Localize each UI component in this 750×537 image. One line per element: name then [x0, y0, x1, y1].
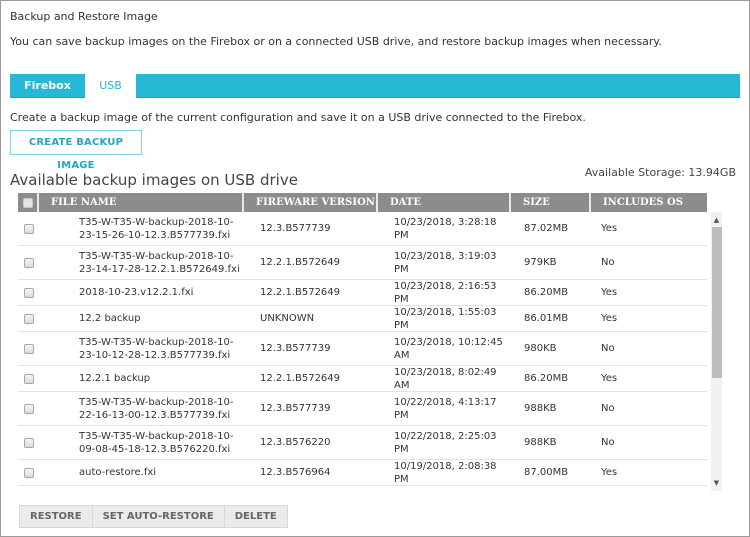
cell-file-name: auto-restore.fxi	[79, 467, 157, 478]
cell-file-name: T35-W-T35-W-backup-2018-10-22-16-13-00-1…	[79, 396, 234, 421]
row-checkbox-cell	[18, 223, 39, 234]
cell-size: 87.00MB	[524, 467, 569, 478]
cell-size: 86.20MB	[524, 287, 569, 298]
table-body: T35-W-T35-W-backup-2018-10-23-15-26-10-1…	[18, 212, 707, 492]
cell-date: 10/22/2018, 4:13:17 PM	[394, 396, 497, 421]
cell-file-name: T35-W-T35-W-backup-2018-10-23-15-26-10-1…	[79, 216, 234, 241]
row-checkbox[interactable]	[23, 313, 34, 324]
tab-firebox[interactable]: Firebox	[10, 74, 85, 98]
cell-file-name: 12.2.1 backup	[79, 373, 151, 384]
table-header: FILE NAME FIREWARE VERSION DATE SIZE INC…	[18, 193, 707, 212]
row-checkbox-cell	[18, 403, 39, 414]
cell-fireware-version: 12.3.B577739	[260, 403, 331, 414]
select-all-checkbox[interactable]	[22, 197, 33, 208]
cell-includes-os: No	[601, 343, 615, 354]
row-checkbox[interactable]	[23, 287, 34, 298]
footer-actions: RESTORE SET AUTO-RESTORE DELETE	[19, 505, 288, 528]
cell-size: 988KB	[524, 403, 557, 414]
cell-date: 10/23/2018, 8:02:49 AM	[394, 366, 497, 391]
table-row[interactable]: 12.2.1 backup 12.2.1.B572649 10/23/2018, 8…	[18, 366, 707, 392]
cell-size: 87.02MB	[524, 223, 569, 234]
table-row[interactable]: auto-restore.fxi 12.3.B576964 10/19/2018, …	[18, 460, 707, 486]
available-storage: Available Storage: 13.94GB	[584, 166, 736, 179]
delete-button[interactable]: DELETE	[224, 505, 288, 528]
table-row[interactable]: 12.2 backup UNKNOWN 10/23/2018, 1:55:03 PM…	[18, 306, 707, 332]
cell-size: 988KB	[524, 437, 557, 448]
scrollbar-thumb[interactable]	[712, 227, 722, 378]
cell-includes-os: Yes	[601, 467, 618, 478]
cell-file-name: T35-W-T35-W-backup-2018-10-23-14-17-28-1…	[79, 250, 240, 275]
cell-includes-os: Yes	[601, 373, 618, 384]
usb-description: Create a backup image of the current con…	[10, 111, 586, 124]
cell-includes-os: No	[601, 257, 615, 268]
cell-date: 10/23/2018, 3:28:18 PM	[394, 216, 497, 241]
row-checkbox[interactable]	[23, 373, 34, 384]
row-checkbox-cell	[18, 437, 39, 448]
cell-file-name: 12.2 backup	[79, 313, 141, 324]
section-title: Available backup images on USB drive	[10, 171, 298, 189]
table-row[interactable]: T35-W-T35-W-backup-2018-10-09-08-45-18-1…	[18, 426, 707, 460]
cell-includes-os: Yes	[601, 287, 618, 298]
row-checkbox[interactable]	[23, 467, 34, 478]
column-header-file-name[interactable]: FILE NAME	[39, 193, 244, 212]
cell-fireware-version: 12.3.B577739	[260, 343, 331, 354]
scroll-down-arrow-icon[interactable]: ▼	[711, 477, 722, 489]
cell-fireware-version: 12.2.1.B572649	[260, 287, 341, 298]
cell-fireware-version: 12.3.B577739	[260, 223, 331, 234]
row-checkbox-cell	[18, 373, 39, 384]
create-backup-image-button[interactable]: CREATE BACKUP IMAGE	[10, 130, 142, 171]
cell-file-name: T35-W-T35-W-backup-2018-10-23-10-12-28-1…	[79, 336, 234, 361]
row-checkbox[interactable]	[23, 343, 34, 354]
restore-button[interactable]: RESTORE	[19, 505, 93, 528]
table-row[interactable]: T35-W-T35-W-backup-2018-10-23-10-12-28-1…	[18, 332, 707, 366]
select-all-cell	[18, 193, 39, 212]
row-checkbox[interactable]	[23, 437, 34, 448]
cell-date: 10/19/2018, 2:08:38 PM	[394, 460, 497, 485]
scroll-up-arrow-icon[interactable]: ▲	[711, 214, 722, 226]
tab-bar: Firebox USB	[10, 74, 740, 99]
cell-file-name: T35-W-T35-W-backup-2018-10-09-08-45-18-1…	[79, 430, 234, 455]
cell-fireware-version: UNKNOWN	[260, 313, 315, 324]
row-checkbox[interactable]	[23, 257, 34, 268]
page-description: You can save backup images on the Firebo…	[10, 35, 662, 48]
cell-size: 979KB	[524, 257, 557, 268]
table-row[interactable]: T35-W-T35-W-backup-2018-10-23-15-26-10-1…	[18, 212, 707, 246]
table-scrollbar[interactable]: ▲ ▼	[711, 212, 722, 491]
row-checkbox-cell	[18, 313, 39, 324]
table-row[interactable]: T35-W-T35-W-backup-2018-10-23-14-17-28-1…	[18, 246, 707, 280]
column-header-fireware-version[interactable]: FIREWARE VERSION	[244, 193, 378, 212]
cell-size: 86.01MB	[524, 313, 569, 324]
row-checkbox-cell	[18, 287, 39, 298]
cell-includes-os: Yes	[601, 313, 618, 324]
table-row[interactable]: T35-W-T35-W-backup-2018-10-22-16-13-00-1…	[18, 392, 707, 426]
cell-date: 10/23/2018, 2:16:53 PM	[394, 280, 497, 305]
cell-includes-os: No	[601, 437, 615, 448]
row-checkbox-cell	[18, 257, 39, 268]
cell-fireware-version: 12.3.B576220	[260, 437, 331, 448]
page-title: Backup and Restore Image	[10, 10, 158, 23]
cell-date: 10/23/2018, 3:19:03 PM	[394, 250, 497, 275]
column-header-includes-os[interactable]: INCLUDES OS	[591, 193, 707, 212]
cell-file-name: 2018-10-23.v12.2.1.fxi	[79, 287, 194, 298]
cell-date: 10/22/2018, 2:25:03 PM	[394, 430, 497, 455]
cell-includes-os: No	[601, 403, 615, 414]
tab-usb[interactable]: USB	[85, 74, 136, 99]
row-checkbox-cell	[18, 467, 39, 478]
set-auto-restore-button[interactable]: SET AUTO-RESTORE	[92, 505, 225, 528]
cell-date: 10/23/2018, 10:12:45 AM	[394, 336, 503, 361]
cell-date: 10/23/2018, 1:55:03 PM	[394, 306, 497, 331]
column-header-date[interactable]: DATE	[378, 193, 511, 212]
cell-fireware-version: 12.2.1.B572649	[260, 373, 341, 384]
row-checkbox-cell	[18, 343, 39, 354]
cell-fireware-version: 12.2.1.B572649	[260, 257, 341, 268]
cell-fireware-version: 12.3.B576964	[260, 467, 331, 478]
row-checkbox[interactable]	[23, 403, 34, 414]
row-checkbox[interactable]	[23, 223, 34, 234]
cell-size: 980KB	[524, 343, 557, 354]
column-header-size[interactable]: SIZE	[511, 193, 591, 212]
table-row[interactable]: 2018-10-23.v12.2.1.fxi 12.2.1.B572649 10/2…	[18, 280, 707, 306]
cell-size: 86.20MB	[524, 373, 569, 384]
cell-includes-os: Yes	[601, 223, 618, 234]
